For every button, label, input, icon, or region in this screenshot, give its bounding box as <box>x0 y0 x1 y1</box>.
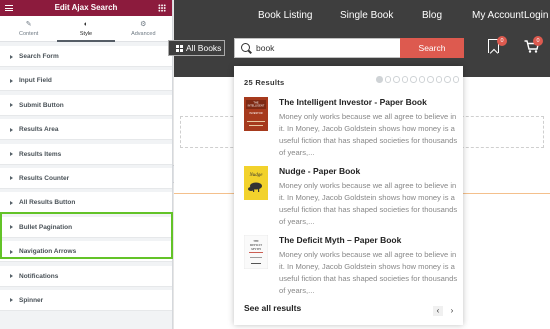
result-title[interactable]: Nudge - Paper Book <box>279 166 360 176</box>
pagination-bullet[interactable] <box>444 76 451 83</box>
style-sections: Search Form Input Field Submit Button Re… <box>0 42 172 311</box>
cover-title-line: INVESTOR <box>249 111 262 115</box>
cover-title-line: Nudge <box>248 173 263 178</box>
pagination-bullet[interactable] <box>435 76 442 83</box>
search-results-dropdown: 25 Results THE INTELLIGENT INVESTOR The … <box>234 66 463 325</box>
grid-icon <box>176 45 183 52</box>
panel-tabs: ✎ Content ◐ Style ⚙ Advanced <box>0 16 172 42</box>
pagination-bullet[interactable] <box>410 76 417 83</box>
result-description: Money only works because we all agree to… <box>279 250 458 295</box>
section-results-area[interactable]: Results Area <box>0 119 172 141</box>
gear-icon: ⚙ <box>140 21 147 28</box>
result-description: Money only works because we all agree to… <box>279 181 458 226</box>
bullet-pagination <box>376 76 461 83</box>
pagination-bullet[interactable] <box>376 76 383 83</box>
nav-my-account[interactable]: My Account <box>472 10 524 21</box>
pagination-bullet[interactable] <box>384 76 391 83</box>
nav-book-listing[interactable]: Book Listing <box>258 10 312 21</box>
tab-content[interactable]: ✎ Content <box>0 16 57 41</box>
results-counter: 25 Results <box>244 78 285 87</box>
pagination-bullet[interactable] <box>452 76 459 83</box>
pagination-bullet[interactable] <box>418 76 425 83</box>
widgets-grid-icon[interactable] <box>158 4 166 12</box>
hamburger-menu-icon[interactable] <box>5 5 13 11</box>
pencil-icon: ✎ <box>25 21 32 28</box>
section-notifications[interactable]: Notifications <box>0 265 172 287</box>
cart-count-badge: 0 <box>533 36 543 46</box>
highlight-frame <box>0 212 173 259</box>
section-input-field[interactable]: Input Field <box>0 70 172 92</box>
see-all-results-button[interactable]: See all results <box>244 303 301 313</box>
section-search-form[interactable]: Search Form <box>0 46 172 67</box>
result-description: Money only works because we all agree to… <box>279 112 458 157</box>
search-input-value: book <box>256 43 275 53</box>
cover-title-line: INTELLIGENT <box>248 104 265 108</box>
tab-style[interactable]: ◐ Style <box>57 16 115 42</box>
nav-single-book[interactable]: Single Book <box>340 10 393 21</box>
next-arrow-icon[interactable]: › <box>447 306 457 316</box>
pagination-bullet[interactable] <box>401 76 408 83</box>
search-icon <box>241 43 250 52</box>
half-circle-icon: ◐ <box>83 21 89 28</box>
panel-title: Edit Ajax Search <box>54 3 118 12</box>
cover-title-line: MYTH <box>251 247 261 251</box>
result-title[interactable]: The Deficit Myth – Paper Book <box>279 235 401 245</box>
section-spinner[interactable]: Spinner <box>0 289 172 311</box>
all-books-button[interactable]: All Books <box>168 40 226 56</box>
book-cover-image: Nudge <box>244 166 268 200</box>
editor-panel: Edit Ajax Search ✎ Content ◐ Style ⚙ Adv… <box>0 0 173 329</box>
nav-login[interactable]: Login <box>524 10 548 21</box>
wishlist-count-badge: 0 <box>497 36 507 46</box>
all-books-label: All Books <box>186 43 222 53</box>
result-title[interactable]: The Intelligent Investor - Paper Book <box>279 97 427 107</box>
section-results-items[interactable]: Results Items <box>0 143 172 165</box>
book-cover-image: THE INTELLIGENT INVESTOR <box>244 97 268 131</box>
search-button[interactable]: Search <box>400 38 464 58</box>
panel-header: Edit Ajax Search <box>0 0 172 16</box>
tab-content-label: Content <box>19 31 39 37</box>
section-all-results-button[interactable]: All Results Button <box>0 192 172 214</box>
nav-blog[interactable]: Blog <box>422 10 442 21</box>
prev-arrow-icon[interactable]: ‹ <box>433 306 443 316</box>
pagination-bullet[interactable] <box>393 76 400 83</box>
pagination-bullet[interactable] <box>427 76 434 83</box>
tab-advanced[interactable]: ⚙ Advanced <box>115 16 172 41</box>
tab-advanced-label: Advanced <box>131 31 156 37</box>
search-input[interactable]: book <box>234 38 401 58</box>
book-cover-image: THE DEFICIT MYTH <box>244 235 268 269</box>
section-results-counter[interactable]: Results Counter <box>0 167 172 189</box>
tab-style-label: Style <box>79 31 93 37</box>
section-submit-button[interactable]: Submit Button <box>0 94 172 116</box>
